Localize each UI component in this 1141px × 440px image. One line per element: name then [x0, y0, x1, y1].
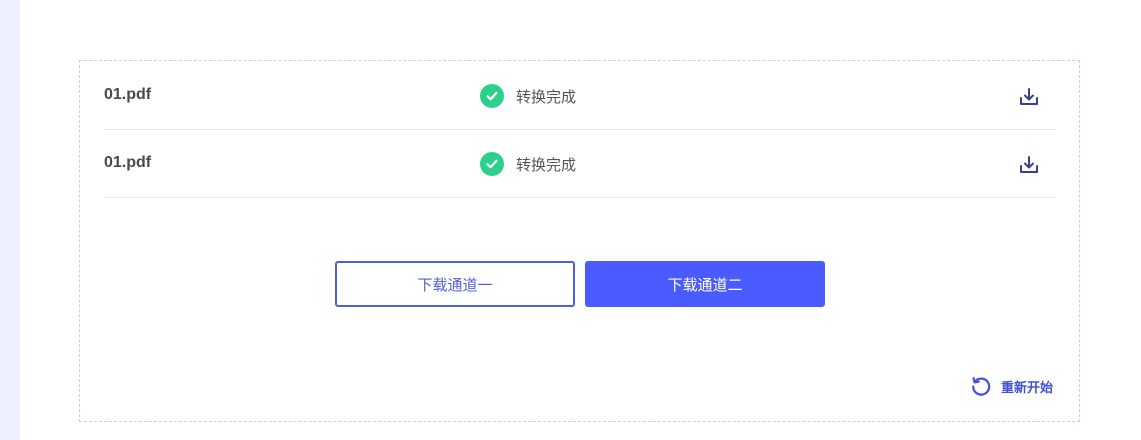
- file-name: 01.pdf: [104, 154, 152, 171]
- check-circle-icon: [480, 84, 504, 108]
- download-channel-two-button[interactable]: 下载通道二: [585, 261, 825, 307]
- restart-label: 重新开始: [1001, 380, 1054, 396]
- restart-button[interactable]: 重新开始: [970, 375, 1053, 397]
- status-text: 转换完成: [516, 155, 577, 174]
- file-row: 01.pdf 转换完成: [104, 130, 1056, 198]
- file-row: 01.pdf 转换完成: [104, 62, 1056, 130]
- conversion-status: 转换完成: [480, 84, 576, 108]
- download-icon[interactable]: [1018, 86, 1040, 108]
- refresh-icon: [970, 375, 992, 397]
- check-circle-icon: [480, 152, 504, 176]
- file-name: 01.pdf: [104, 86, 152, 103]
- download-icon[interactable]: [1018, 154, 1040, 176]
- conversion-status: 转换完成: [480, 152, 576, 176]
- left-sidebar-edge: [0, 0, 20, 440]
- status-text: 转换完成: [516, 87, 577, 106]
- conversion-result-panel: 01.pdf 转换完成 01.pdf 转换完成 下载通道一 下载通道二 重新开始: [79, 60, 1080, 422]
- download-channel-one-button[interactable]: 下载通道一: [335, 261, 575, 307]
